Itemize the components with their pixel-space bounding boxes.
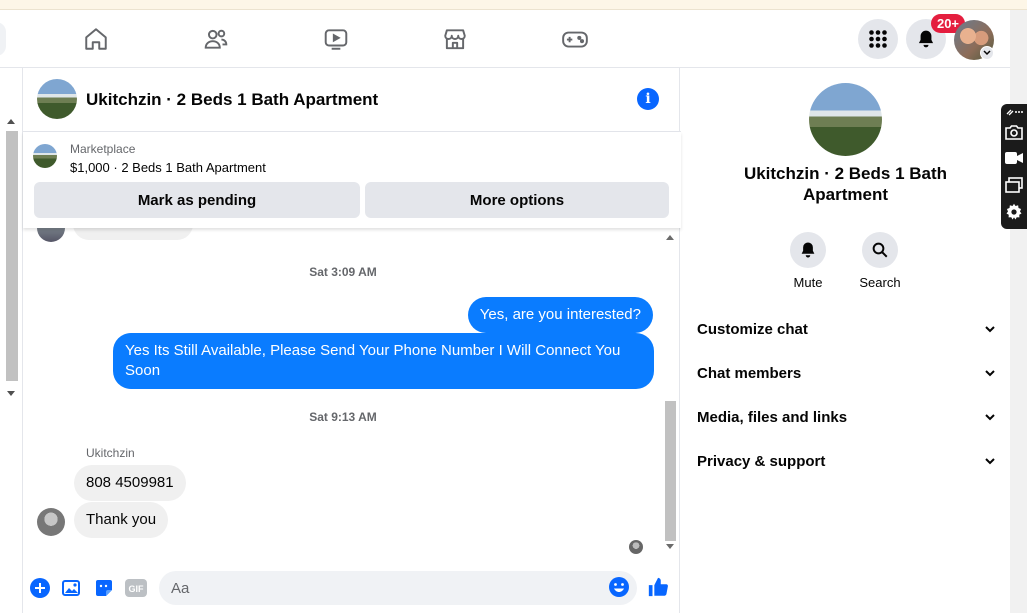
search-label: Search	[859, 275, 901, 290]
search-icon	[872, 242, 888, 258]
friends-icon[interactable]	[201, 24, 231, 54]
marketplace-label: Marketplace	[70, 142, 136, 156]
listing-thumbnail[interactable]	[33, 144, 57, 168]
timestamp: Sat 3:09 AM	[309, 265, 377, 279]
contact-avatar	[37, 228, 65, 242]
grid-icon	[869, 30, 887, 48]
section-customize-chat[interactable]: Customize chat	[697, 311, 997, 347]
incoming-message-bubble[interactable]: 808 4509981	[74, 465, 186, 501]
home-icon[interactable]	[81, 24, 111, 54]
sticker-icon[interactable]	[93, 577, 115, 599]
bell-icon	[918, 30, 934, 48]
gif-icon[interactable]: GIF	[125, 577, 147, 599]
section-chat-members[interactable]: Chat members	[697, 355, 997, 391]
menu-grid-button[interactable]	[858, 19, 898, 59]
marketplace-listing-card: Marketplace $1,000 · 2 Beds 1 Bath Apart…	[23, 132, 681, 228]
page-scrollbar[interactable]	[1010, 10, 1027, 613]
chat-info-panel: Ukitchzin · 2 Beds 1 Bath Apartment Mute…	[681, 68, 1010, 613]
chat-header: Ukitchzin · 2 Beds 1 Bath Apartment i	[23, 68, 681, 132]
plus-circle-icon[interactable]	[29, 577, 51, 599]
incoming-message-bubble[interactable]	[73, 228, 193, 240]
watch-icon[interactable]	[321, 24, 351, 54]
info-panel-name: Ukitchzin · 2 Beds 1 Bath Apartment	[743, 164, 948, 204]
scroll-down-arrow-icon[interactable]	[7, 391, 15, 396]
incoming-message-bubble[interactable]: Thank you	[74, 502, 169, 538]
gaming-icon[interactable]	[560, 24, 590, 54]
scroll-up-arrow-icon[interactable]	[7, 119, 15, 124]
timestamp: Sat 9:13 AM	[309, 410, 377, 424]
chevron-down-icon	[985, 326, 995, 333]
chevron-down-icon[interactable]	[980, 46, 994, 60]
search-button[interactable]: Search	[850, 232, 910, 290]
browser-info-strip	[0, 0, 1027, 10]
windows-icon[interactable]	[1005, 176, 1023, 194]
bell-icon	[801, 242, 815, 258]
marketplace-icon[interactable]	[440, 24, 470, 54]
seen-indicator-avatar	[629, 540, 643, 554]
section-privacy-support[interactable]: Privacy & support	[697, 443, 997, 479]
mute-button[interactable]: Mute	[778, 232, 838, 290]
top-navigation: 20+	[0, 10, 1010, 68]
chat-panel: Ukitchzin · 2 Beds 1 Bath Apartment i Ma…	[22, 68, 681, 613]
chevron-down-icon	[985, 458, 995, 465]
section-media-files-links[interactable]: Media, files and links	[697, 399, 997, 435]
listing-profile-photo[interactable]	[809, 83, 882, 156]
message-thread: Sat 3:09 AM Yes, are you interested? Yes…	[23, 228, 663, 558]
svg-text:GIF: GIF	[129, 584, 145, 594]
link-more-icon[interactable]	[1005, 106, 1023, 118]
listing-price-title[interactable]: $1,000 · 2 Beds 1 Bath Apartment	[70, 160, 266, 175]
thread-scrollbar[interactable]	[662, 231, 678, 555]
info-icon[interactable]: i	[637, 88, 659, 110]
emoji-icon[interactable]	[608, 576, 630, 598]
floating-side-toolbar	[1001, 104, 1027, 229]
chevron-down-icon	[985, 414, 995, 421]
message-input[interactable]	[159, 571, 637, 605]
scrollbar-thumb[interactable]	[6, 131, 18, 381]
video-camera-icon[interactable]	[1005, 149, 1023, 167]
chevron-down-icon	[985, 370, 995, 377]
chat-title[interactable]: Ukitchzin · 2 Beds 1 Bath Apartment	[86, 90, 378, 110]
photo-icon[interactable]	[61, 577, 83, 599]
outgoing-message-bubble[interactable]: Yes, are you interested?	[467, 297, 653, 333]
scroll-up-arrow-icon[interactable]	[666, 235, 674, 240]
search-stub[interactable]	[0, 22, 6, 56]
mute-label: Mute	[793, 275, 823, 290]
left-scrollbar[interactable]	[0, 117, 20, 401]
scroll-down-arrow-icon[interactable]	[666, 544, 674, 549]
thumbs-up-icon[interactable]	[647, 576, 669, 598]
section-label: Privacy & support	[697, 452, 826, 470]
gear-icon[interactable]	[1005, 203, 1023, 221]
scrollbar-thumb[interactable]	[665, 401, 676, 541]
section-label: Customize chat	[697, 320, 808, 338]
message-composer: GIF	[23, 568, 681, 613]
outgoing-message-bubble[interactable]: Yes Its Still Available, Please Send You…	[113, 333, 654, 389]
more-options-button[interactable]: More options	[365, 182, 669, 218]
sender-name: Ukitchzin	[86, 446, 135, 460]
mark-as-pending-button[interactable]: Mark as pending	[34, 182, 360, 218]
contact-avatar[interactable]	[37, 508, 65, 536]
section-label: Media, files and links	[697, 408, 848, 426]
listing-avatar[interactable]	[37, 79, 77, 119]
section-label: Chat members	[697, 364, 802, 382]
camera-icon[interactable]	[1005, 123, 1023, 141]
